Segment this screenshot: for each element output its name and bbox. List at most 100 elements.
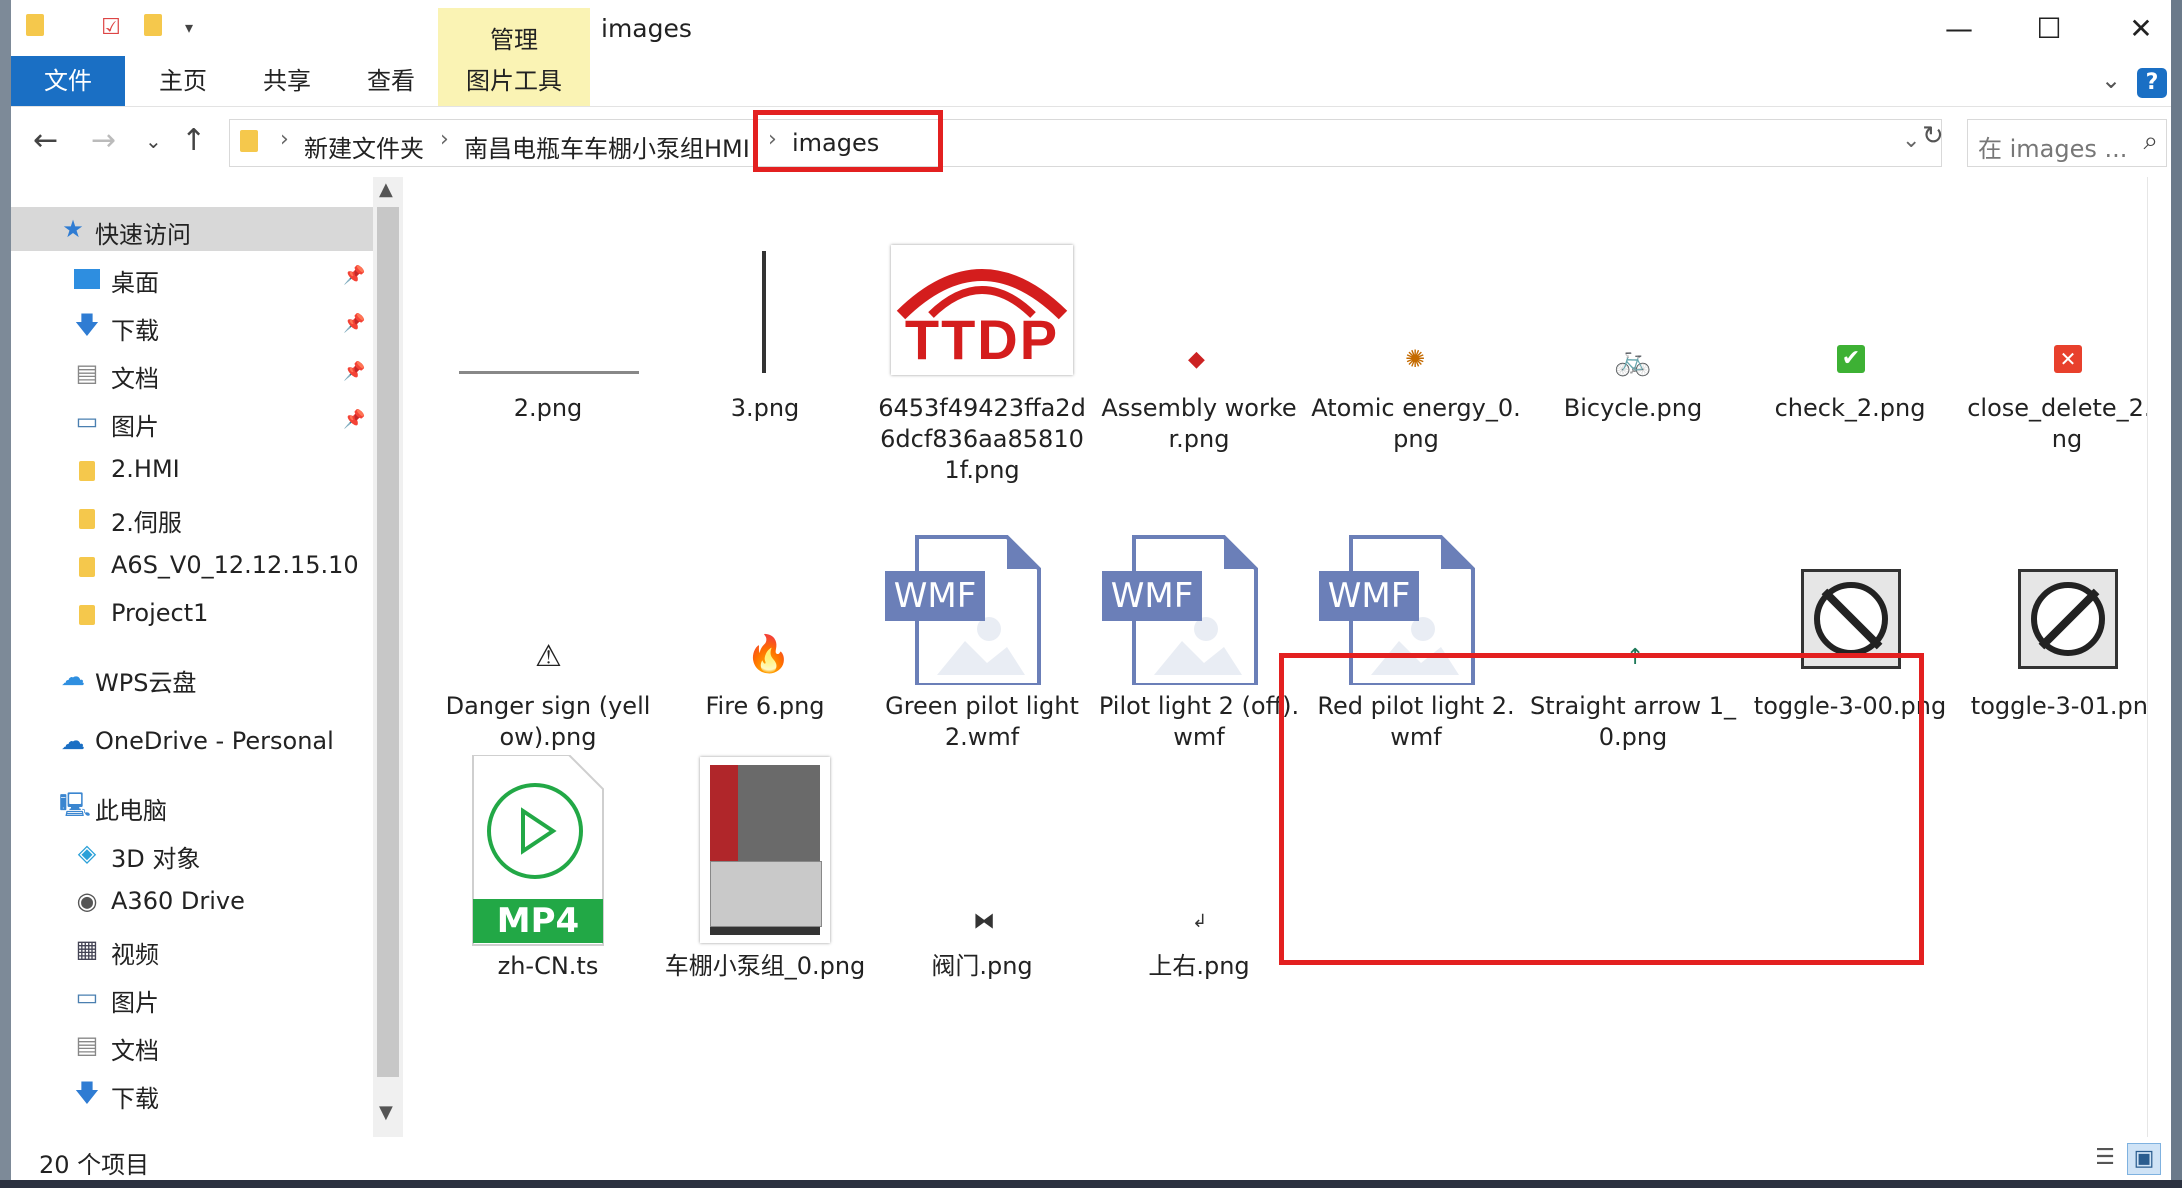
desktop-icon — [73, 263, 101, 291]
help-icon[interactable]: ? — [2137, 68, 2167, 98]
up-arrow-icon[interactable]: ↑ — [181, 123, 206, 158]
wmf-file-icon: WMF — [1094, 535, 1304, 685]
onedrive-icon: ☁ — [61, 727, 85, 755]
item-count: 20 个项目 — [39, 1151, 150, 1179]
folder-icon — [21, 14, 49, 42]
download-icon: 🡇 — [74, 1079, 100, 1107]
recent-locations-icon[interactable]: ⌄ — [145, 129, 162, 153]
scrollbar-thumb[interactable] — [377, 207, 399, 1077]
tab-home[interactable]: 主页 — [133, 56, 233, 106]
new-folder-icon[interactable] — [139, 14, 167, 42]
cloud-icon: ☁ — [61, 663, 85, 691]
pin-icon[interactable]: 📌 — [343, 409, 365, 430]
search-icon: ⌕ — [2143, 126, 2158, 156]
pin-icon[interactable]: 📌 — [343, 265, 365, 286]
mp4-file-icon: MP4 — [443, 755, 653, 947]
properties-icon[interactable]: ☑ — [97, 14, 125, 42]
folder-icon — [73, 551, 101, 579]
sidebar-item-quick-access[interactable]: ★ 快速访问 — [11, 207, 373, 251]
desktop-edge — [0, 0, 11, 1188]
sidebar-item-videos[interactable]: ▦ 视频 — [11, 927, 373, 971]
valve-icon: ⧓ — [973, 909, 995, 934]
sidebar-item-this-pc[interactable]: 🖳 此电脑 — [11, 783, 373, 827]
drive-icon: ◉ — [76, 887, 98, 915]
breadcrumb-separator-icon: › — [440, 127, 449, 152]
sidebar-item-onedrive[interactable]: ☁ OneDrive - Personal — [11, 719, 373, 763]
wmf-file-icon: WMF — [877, 535, 1087, 685]
toggle-switch-icon — [1962, 535, 2171, 685]
document-icon: ▤ — [75, 359, 99, 387]
sidebar-item-documents-pc[interactable]: ▤ 文档 — [11, 1023, 373, 1067]
tab-file[interactable]: 文件 — [11, 56, 125, 106]
sidebar-item-desktop[interactable]: 桌面 📌 — [11, 255, 373, 299]
breadcrumb-separator-icon: › — [280, 127, 289, 152]
ttdp-logo-icon: TTDP — [877, 237, 1087, 387]
download-icon: 🡇 — [74, 311, 100, 339]
ribbon-expand-icon[interactable]: ⌄ — [2101, 66, 2121, 94]
file-explorer-window: ☑ ▾ 管理 images — ☐ ✕ 文件 主页 共享 查看 图片工具 ⌄ ?… — [11, 0, 2171, 1180]
status-bar: 20 个项目 ☰ ▣ — [11, 1137, 2171, 1180]
desktop-taskbar-edge — [0, 1180, 2182, 1188]
sidebar-item-downloads-pc[interactable]: 🡇 下载 — [11, 1071, 373, 1115]
video-icon: ▦ — [75, 935, 99, 963]
large-icons-view-icon[interactable]: ▣ — [2127, 1143, 2161, 1175]
folder-icon — [73, 455, 101, 483]
scroll-up-icon[interactable]: ▲ — [379, 179, 393, 200]
refresh-icon[interactable]: ↻ — [1922, 121, 1944, 151]
forward-arrow-icon[interactable]: → — [91, 123, 116, 158]
sidebar-item-2hmi[interactable]: 2.HMI — [11, 447, 373, 491]
tab-share[interactable]: 共享 — [237, 56, 337, 106]
close-button[interactable]: ✕ — [2111, 10, 2171, 48]
title-bar: ☑ ▾ 管理 images — ☐ ✕ — [11, 0, 2171, 56]
document-icon: ▤ — [75, 1031, 99, 1059]
sidebar-item-a360-drive[interactable]: ◉ A360 Drive — [11, 879, 373, 923]
pictures-icon: ▭ — [75, 407, 99, 435]
sidebar-item-wps-cloud[interactable]: ☁ WPS云盘 — [11, 655, 373, 699]
back-arrow-icon[interactable]: ← — [33, 123, 58, 158]
sidebar-item-2servo[interactable]: 2.伺服 — [11, 495, 373, 539]
sidebar-item-project1[interactable]: Project1 — [11, 591, 373, 635]
folder-icon — [240, 130, 258, 156]
sidebar-item-3d-objects[interactable]: ◈ 3D 对象 — [11, 831, 373, 875]
sidebar-item-pictures-pc[interactable]: ▭ 图片 — [11, 975, 373, 1019]
atom-icon: ✺ — [1405, 345, 1426, 373]
navigation-scrollbar[interactable]: ▲ ▼ — [373, 177, 403, 1137]
sidebar-item-a6s[interactable]: A6S_V0_12.12.15.10 — [11, 543, 373, 587]
scroll-down-icon[interactable]: ▼ — [379, 1102, 393, 1123]
navigation-pane: ★ 快速访问 桌面 📌 🡇 下载 📌 ▤ 文档 📌 ▭ 图片 📌 2.HMI 2… — [11, 177, 373, 1137]
customize-quick-access-icon[interactable]: ▾ — [175, 14, 203, 42]
elbow-pipe-icon: ↲ — [1192, 911, 1208, 932]
file-list: 2.png 3.png TTDP 6453f49423ffa2d6dcf836a… — [403, 177, 2171, 1137]
tab-manage[interactable]: 管理 — [438, 8, 590, 56]
search-placeholder: 在 images ... — [1978, 135, 2128, 163]
navigation-bar: ← → ⌄ ↑ › 新建文件夹 › 南昌电瓶车车棚小泵组HMI › images… — [11, 107, 2171, 177]
computer-icon: 🖳 — [59, 791, 92, 819]
folder-icon — [73, 599, 101, 627]
pictures-icon: ▭ — [75, 983, 99, 1011]
check-icon: ✔ — [1745, 237, 1955, 387]
sidebar-item-downloads[interactable]: 🡇 下载 📌 — [11, 303, 373, 347]
address-bar[interactable]: › 新建文件夹 › 南昌电瓶车车棚小泵组HMI › images ⌄ — [229, 119, 1942, 167]
address-history-icon[interactable]: ⌄ — [1902, 128, 1920, 153]
wmf-files-highlight-box — [1279, 653, 1924, 965]
tab-picture-tools[interactable]: 图片工具 — [438, 56, 590, 106]
address-highlight-box — [753, 110, 943, 172]
fire-icon: 🔥 — [746, 634, 791, 675]
warning-icon: ⚠ — [535, 639, 562, 674]
details-view-icon[interactable]: ☰ — [2089, 1143, 2121, 1173]
ribbon-tabs: 文件 主页 共享 查看 图片工具 ⌄ ? — [11, 56, 2171, 107]
breadcrumb-item[interactable]: 南昌电瓶车车棚小泵组HMI — [464, 129, 750, 164]
sidebar-item-pictures[interactable]: ▭ 图片 📌 — [11, 399, 373, 443]
breadcrumb-item[interactable]: 新建文件夹 — [304, 129, 424, 164]
window-title: images — [601, 14, 692, 43]
tab-view[interactable]: 查看 — [341, 56, 441, 106]
sidebar-item-documents[interactable]: ▤ 文档 📌 — [11, 351, 373, 395]
minimize-button[interactable]: — — [1929, 10, 1989, 48]
pin-icon[interactable]: 📌 — [343, 361, 365, 382]
search-input[interactable]: 在 images ... ⌕ — [1967, 119, 2167, 167]
content-scrollbar[interactable] — [2147, 177, 2171, 1137]
cube-icon: ◈ — [77, 839, 97, 867]
maximize-button[interactable]: ☐ — [2019, 10, 2079, 48]
pin-icon[interactable]: 📌 — [343, 313, 365, 334]
bicycle-icon: 🚲 — [1614, 343, 1652, 378]
